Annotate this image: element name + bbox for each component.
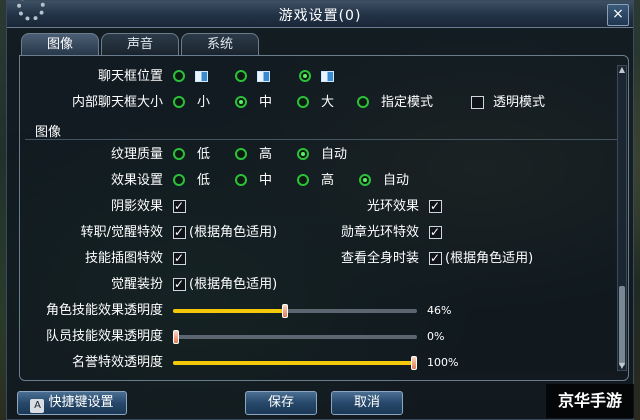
medal-label: 勋章光环特效 (340, 225, 419, 240)
scroll-up-icon[interactable]: ▲ (618, 66, 626, 74)
halo-checkbox[interactable] (429, 196, 442, 216)
transfer-row: 转职/觉醒特效 (根据角色适用) 勋章光环特效 (7, 222, 607, 243)
slider-label: 角色技能效果透明度 (45, 303, 163, 318)
effect-low-label: 低 (197, 173, 211, 188)
chat-position-label: 聊天框位置 (97, 69, 163, 84)
texture-row: 纹理质量 低 高 自动 (7, 145, 607, 165)
window-title: 游戏设置(0) (278, 8, 362, 24)
scrollbar[interactable]: ▲ ▼ (617, 65, 627, 371)
tab-system[interactable]: 系统 (181, 33, 259, 55)
section-image-heading: 图像 (35, 125, 62, 140)
slider-handle[interactable] (282, 304, 288, 318)
medal-checkbox[interactable] (429, 222, 442, 242)
tab-image[interactable]: 图像 (21, 33, 99, 55)
title-bar: 游戏设置(0) × (7, 0, 633, 28)
texture-label: 纹理质量 (110, 147, 163, 162)
chat-position-icon-1 (195, 71, 208, 82)
awaken-outfit-label: 觉醒装扮 (110, 277, 163, 292)
awaken-outfit-row: 觉醒装扮 (根据角色适用) (7, 274, 607, 295)
cancel-button[interactable]: 取消 (331, 391, 403, 415)
keyboard-icon: A (30, 399, 45, 413)
texture-radio-auto[interactable] (297, 148, 309, 160)
shadow-row: 阴影效果 光环效果 (7, 196, 607, 217)
full-outfit-note: (根据角色适用) (445, 251, 534, 266)
chat-position-radio-3[interactable] (299, 70, 311, 82)
transfer-note: (根据角色适用) (189, 225, 278, 240)
chat-size-radio-small[interactable] (173, 96, 185, 108)
skill-illustration-row: 技能插图特效 查看全身时装 (根据角色适用) (7, 248, 607, 269)
texture-high-label: 高 (259, 147, 273, 162)
chat-size-row: 内部聊天框大小 小 中 大 指定模式 透明模式 (7, 93, 607, 113)
slider-value: 100% (427, 356, 459, 369)
slider-track (173, 330, 417, 344)
close-button[interactable]: × (607, 4, 629, 26)
effect-row: 效果设置 低 中 高 自动 (7, 171, 607, 191)
effect-medium-label: 中 (259, 173, 273, 188)
slider-value: 0% (427, 330, 445, 343)
scroll-down-icon[interactable]: ▼ (618, 362, 626, 370)
halo-label: 光环效果 (366, 199, 419, 214)
slider-label: 名誉特效透明度 (71, 355, 163, 370)
effect-radio-medium[interactable] (235, 174, 247, 186)
chat-size-radio-medium[interactable] (235, 96, 247, 108)
skill-illustration-label: 技能插图特效 (84, 251, 163, 266)
skill-illustration-checkbox[interactable] (173, 248, 186, 268)
chat-position-icon-3 (321, 71, 334, 82)
transparent-mode-label: 透明模式 (493, 95, 546, 110)
chat-size-small-label: 小 (197, 95, 211, 110)
slider-value: 46% (427, 304, 452, 317)
slider-row: 队员技能效果透明度 0% (7, 327, 607, 347)
transparent-mode-checkbox[interactable] (471, 96, 484, 109)
awaken-outfit-checkbox[interactable] (173, 274, 186, 294)
slider-handle[interactable] (173, 330, 179, 344)
full-outfit-checkbox[interactable] (429, 248, 442, 268)
chat-position-radio-1[interactable] (173, 70, 185, 82)
scroll-thumb[interactable] (619, 286, 625, 366)
chat-size-medium-label: 中 (259, 95, 273, 110)
chat-position-icon-2 (257, 71, 270, 82)
chat-size-custom-label: 指定模式 (381, 95, 434, 110)
shadow-checkbox[interactable] (173, 196, 186, 216)
save-button[interactable]: 保存 (245, 391, 317, 415)
slider-fill (173, 361, 417, 365)
effect-radio-auto[interactable] (359, 174, 371, 186)
shortcut-settings-button[interactable]: A 快捷键设置 (17, 391, 127, 415)
slider-handle[interactable] (411, 356, 417, 370)
shadow-label: 阴影效果 (110, 199, 163, 214)
texture-low-label: 低 (197, 147, 211, 162)
tab-sound[interactable]: 声音 (101, 33, 179, 55)
chat-size-label: 内部聊天框大小 (71, 95, 163, 110)
slider-label: 队员技能效果透明度 (45, 329, 163, 344)
texture-radio-high[interactable] (235, 148, 247, 160)
slider-track (173, 356, 417, 370)
section-divider (25, 139, 617, 140)
transfer-label: 转职/觉醒特效 (80, 225, 163, 240)
slider-row: 角色技能效果透明度 46% (7, 301, 607, 321)
chat-size-large-label: 大 (321, 95, 335, 110)
slider-fill (173, 309, 285, 313)
effect-radio-low[interactable] (173, 174, 185, 186)
transfer-checkbox[interactable] (173, 222, 186, 242)
texture-auto-label: 自动 (321, 147, 348, 162)
watermark-logo: 京华手游 (546, 384, 634, 418)
chat-position-row: 聊天框位置 (7, 67, 607, 87)
chat-size-radio-custom[interactable] (357, 96, 369, 108)
slider-track (173, 304, 417, 318)
effect-radio-high[interactable] (297, 174, 309, 186)
settings-window: 游戏设置(0) × 图像 声音 系统 聊天框位置 内部聊天框大小 小 中 大 指… (6, 0, 634, 420)
slider-row: 名誉特效透明度 100% (7, 353, 607, 373)
effect-auto-label: 自动 (383, 173, 410, 188)
full-outfit-label: 查看全身时装 (340, 251, 419, 266)
texture-radio-low[interactable] (173, 148, 185, 160)
effect-label: 效果设置 (110, 173, 163, 188)
shortcut-settings-label: 快捷键设置 (48, 395, 114, 410)
chat-position-radio-2[interactable] (235, 70, 247, 82)
effect-high-label: 高 (321, 173, 335, 188)
chat-size-radio-large[interactable] (297, 96, 309, 108)
awaken-outfit-note: (根据角色适用) (189, 277, 278, 292)
